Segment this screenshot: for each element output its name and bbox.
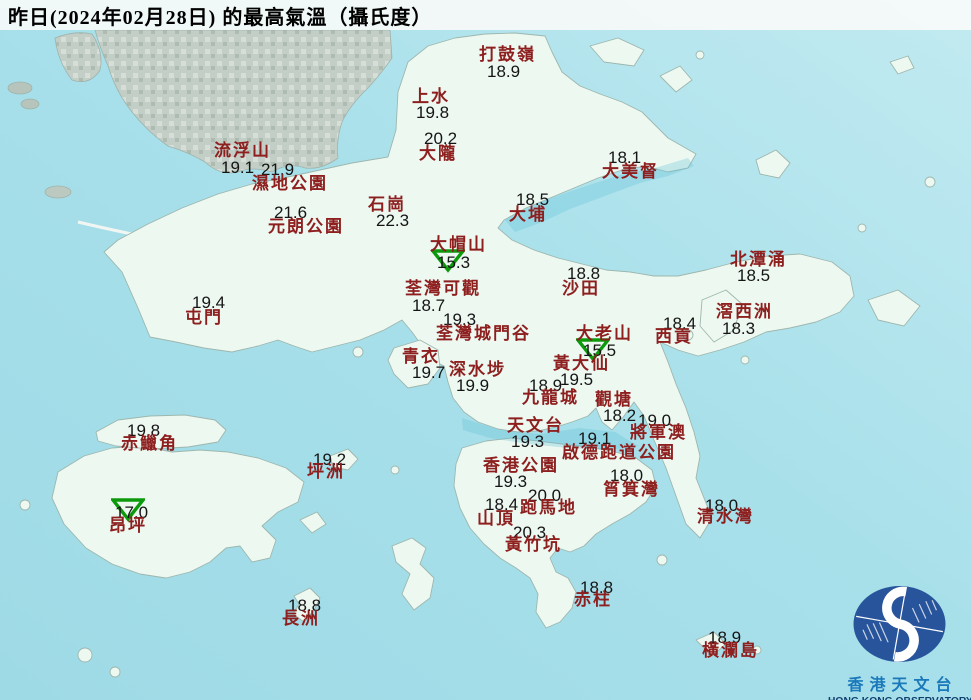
station-name: 沙田 <box>562 279 600 298</box>
station-name: 大隴 <box>419 144 457 163</box>
station-name: 坪洲 <box>307 462 345 481</box>
station-name: 山頂 <box>477 509 515 528</box>
station-value: 18.7 <box>412 296 446 315</box>
station-name: 大帽山 <box>430 235 487 254</box>
station-name: 青衣 <box>402 347 440 366</box>
station-value: 19.1 <box>221 158 255 177</box>
station-name: 黃大仙 <box>553 354 610 373</box>
station-name: 深水埗 <box>449 360 506 379</box>
station-name: 濕地公園 <box>252 174 328 193</box>
station-name: 滘西洲 <box>716 302 773 321</box>
stations-layer: 18.9 打鼓嶺 19.8 上水 20.2 大隴 19.1 流浮山 21.9 濕地公園 21.6 元朗… <box>0 0 971 700</box>
station-value: 18.2 <box>603 406 637 425</box>
station-name: 元朗公園 <box>268 217 344 236</box>
hko-max-temperature-map: 昨日(2024年02月28日) 的最高氣溫（攝氏度） 18.9 打鼓嶺 19.8 上水… <box>0 0 971 700</box>
station-value: 19.9 <box>456 376 490 395</box>
station-name: 跑馬地 <box>520 498 577 517</box>
station-name: 橫瀾島 <box>702 641 759 660</box>
station-value: 19.3 <box>511 432 545 451</box>
station-name: 香港公園 <box>483 456 559 475</box>
station-name: 屯門 <box>185 308 223 327</box>
station-value: 19.3 <box>494 472 528 491</box>
station-name: 大老山 <box>576 324 633 343</box>
station-name: 西貢 <box>655 327 693 346</box>
station-name: 啟德跑道公園 <box>562 443 676 462</box>
station-value: 19.7 <box>412 363 446 382</box>
station-name: 天文台 <box>507 416 564 435</box>
station-name: 荃灣可觀 <box>405 279 481 298</box>
hko-logo: 香港天文台 HONG KONG OBSERVATORY <box>828 576 971 700</box>
station-name: 石崗 <box>368 195 406 214</box>
station-name: 昂坪 <box>109 516 147 535</box>
station-name: 九龍城 <box>522 388 579 407</box>
station-name: 觀塘 <box>595 390 633 409</box>
station-value: 18.3 <box>722 319 756 338</box>
station-value: 19.8 <box>416 103 450 122</box>
hko-logo-chinese-name: 香港天文台 <box>847 677 958 694</box>
station-name: 將軍澳 <box>630 423 687 442</box>
station-name: 大埔 <box>509 205 547 224</box>
station-value: 15.3 <box>437 253 471 272</box>
station-name: 大美督 <box>602 162 659 181</box>
station-name: 北潭涌 <box>730 250 787 269</box>
station-name: 清水灣 <box>697 507 754 526</box>
station-name: 黃竹坑 <box>505 535 562 554</box>
station-name: 上水 <box>412 87 450 106</box>
station-name: 荃灣城門谷 <box>436 324 531 343</box>
station-name: 流浮山 <box>214 141 271 160</box>
station-value: 19.5 <box>560 370 594 389</box>
station-name: 筲箕灣 <box>603 480 660 499</box>
station-name: 打鼓嶺 <box>479 45 536 64</box>
station-name: 赤鱲角 <box>121 434 178 453</box>
station-value: 18.5 <box>737 266 771 285</box>
station-name: 赤柱 <box>574 590 612 609</box>
hko-logo-icon <box>853 586 946 662</box>
station-value: 18.9 <box>487 62 521 81</box>
station-value: 22.3 <box>376 211 410 230</box>
station-name: 長洲 <box>282 609 320 628</box>
